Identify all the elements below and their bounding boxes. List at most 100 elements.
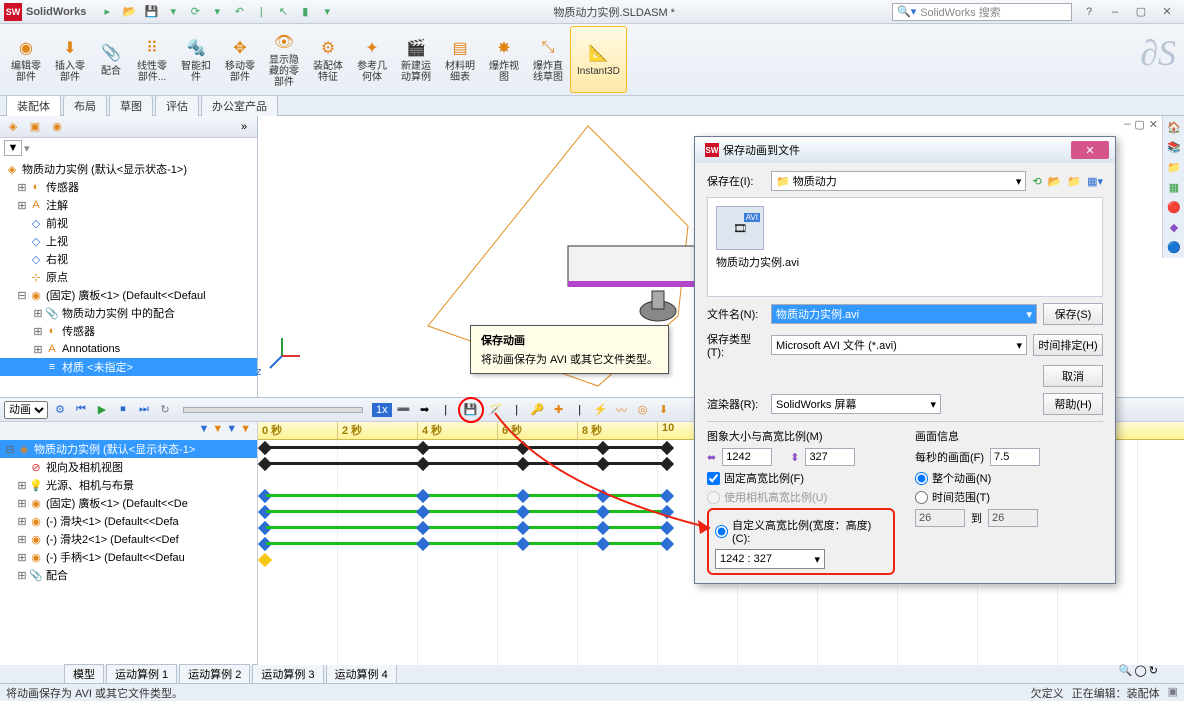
rb-showhide[interactable]: 👁显示隐 藏的零 部件: [262, 26, 306, 93]
up-icon[interactable]: 📂: [1048, 175, 1062, 188]
tab-model[interactable]: 模型: [64, 664, 104, 684]
rb-move[interactable]: ✥移动零 部件: [218, 26, 262, 93]
gravity-icon[interactable]: ⬇: [655, 401, 673, 419]
play-icon[interactable]: ▶: [93, 401, 111, 419]
design-library-icon[interactable]: 📚: [1165, 138, 1183, 156]
fps-input[interactable]: [990, 448, 1040, 466]
filename-input[interactable]: 物质动力实例.avi▾: [771, 304, 1037, 324]
save-button[interactable]: 保存(S): [1043, 303, 1103, 325]
custom-radio[interactable]: 自定义高宽比例(宽度：高度)(C):: [715, 517, 887, 545]
status-icon[interactable]: ▣: [1168, 685, 1178, 701]
help-icon[interactable]: ?: [1078, 4, 1100, 20]
tree-item[interactable]: ◇前视: [0, 214, 257, 232]
tab-study3[interactable]: 运动算例 3: [252, 664, 323, 684]
contact-icon[interactable]: ◎: [634, 401, 652, 419]
tree-item[interactable]: ◇右视: [0, 250, 257, 268]
motion-item[interactable]: ⊞📎配合: [0, 566, 257, 584]
new-icon[interactable]: ▸: [98, 3, 116, 21]
tab-study2[interactable]: 运动算例 2: [179, 664, 250, 684]
close-icon[interactable]: ✕: [1156, 4, 1178, 20]
drop-icon[interactable]: ▾: [318, 3, 336, 21]
cancel-button[interactable]: 取消: [1043, 365, 1103, 387]
print-icon[interactable]: ▾: [164, 3, 182, 21]
anim-wizard-icon[interactable]: 🪄: [487, 401, 505, 419]
motion-item[interactable]: ⊟◈物质动力实例 (默认<显示状态-1>: [0, 440, 257, 458]
time-slider[interactable]: [183, 407, 363, 413]
motion-item[interactable]: ⊘视向及相机视图: [0, 458, 257, 476]
filetype-select[interactable]: Microsoft AVI 文件 (*.avi)▾: [771, 335, 1027, 355]
tab-sketch[interactable]: 草图: [109, 95, 153, 116]
motion-item[interactable]: ⊞💡光源、相机与布景: [0, 476, 257, 494]
rb-bom[interactable]: ▤材料明 细表: [438, 26, 482, 93]
help-button[interactable]: 帮助(H): [1043, 393, 1103, 415]
tree-item[interactable]: ⊞◐传感器: [0, 178, 257, 196]
filter2-icon[interactable]: ▼: [212, 423, 223, 439]
fixratio-checkbox[interactable]: 固定高宽比例(F): [707, 470, 895, 486]
save-animation-button[interactable]: 💾: [458, 397, 484, 423]
select-icon[interactable]: ↖: [274, 3, 292, 21]
compass-icon[interactable]: ◯: [1134, 664, 1146, 677]
tree-tab1-icon[interactable]: ◈: [4, 118, 22, 136]
faster-icon[interactable]: ➡: [416, 401, 434, 419]
whole-radio[interactable]: 整个动画(N): [915, 470, 1103, 486]
traffic-icon[interactable]: ▮: [296, 3, 314, 21]
filter-icon[interactable]: ▼: [4, 140, 22, 156]
filter3-icon[interactable]: ▼: [226, 423, 237, 439]
schedule-button[interactable]: 时间排定(H): [1033, 334, 1103, 356]
rb-asm-feature[interactable]: ⚙装配体 特征: [306, 26, 350, 93]
doc-min-icon[interactable]: ‒: [1124, 118, 1130, 131]
rebuild-icon[interactable]: ⟳: [186, 3, 204, 21]
tab-evaluate[interactable]: 评估: [155, 95, 199, 116]
doc-close-icon[interactable]: ✕: [1149, 118, 1158, 131]
undo-icon[interactable]: ↶: [230, 3, 248, 21]
rotate-icon[interactable]: ↻: [1149, 664, 1158, 677]
rb-edit-part[interactable]: ◉编辑零 部件: [4, 26, 48, 93]
filter-drop-icon[interactable]: ▾: [24, 142, 30, 155]
rb-newmotion[interactable]: 🎬新建运 动算例: [394, 26, 438, 93]
motion-item[interactable]: ⊞◉(固定) 廣板<1> (Default<<De: [0, 494, 257, 512]
renderer-select[interactable]: SolidWorks 屏幕▾: [771, 394, 941, 414]
resources-icon[interactable]: 🏠: [1165, 118, 1183, 136]
rb-instant3d[interactable]: 📐Instant3D: [570, 26, 627, 93]
dialog-close-button[interactable]: ✕: [1071, 141, 1109, 159]
tab-office[interactable]: 办公室产品: [201, 95, 278, 116]
search-box[interactable]: 🔍▾ SolidWorks 搜索: [892, 3, 1072, 21]
rb-explode[interactable]: ✸爆炸视 图: [482, 26, 526, 93]
save-icon[interactable]: 💾: [142, 3, 160, 21]
tree-item[interactable]: ⊞◐传感器: [0, 322, 257, 340]
options-icon[interactable]: ▾: [208, 3, 226, 21]
speed-badge[interactable]: 1x: [372, 403, 392, 417]
tree-tab3-icon[interactable]: ◉: [48, 118, 66, 136]
tree-item[interactable]: ⊞A注解: [0, 196, 257, 214]
spring-icon[interactable]: 〰: [613, 401, 631, 419]
motion-type-select[interactable]: 动画: [4, 401, 48, 419]
filter1-icon[interactable]: ▼: [198, 423, 209, 439]
view-palette-icon[interactable]: ▦: [1165, 178, 1183, 196]
tree-tab2-icon[interactable]: ▣: [26, 118, 44, 136]
tab-assembly[interactable]: 装配体: [6, 95, 61, 116]
savein-select[interactable]: 📁 物质动力▾: [771, 171, 1026, 191]
tree-root[interactable]: ◈物质动力实例 (默认<显示状态-1>): [0, 160, 257, 178]
stop-icon[interactable]: ⏹: [114, 401, 132, 419]
filter4-icon[interactable]: ▼: [240, 423, 251, 439]
tree-collapse-icon[interactable]: »: [235, 118, 253, 136]
rb-explodeline[interactable]: ⤡爆炸直 线草图: [526, 26, 570, 93]
rb-refgeo[interactable]: ✦参考几 何体: [350, 26, 394, 93]
usecamera-radio[interactable]: 使用相机高宽比例(U): [707, 489, 895, 505]
tree-item[interactable]: ◇上视: [0, 232, 257, 250]
custom-props-icon[interactable]: ◆: [1165, 218, 1183, 236]
tree-item[interactable]: ⊟◉(固定) 廣板<1> (Default<<Defaul: [0, 286, 257, 304]
calc-icon[interactable]: ⚙: [51, 401, 69, 419]
tree-item[interactable]: ⊞📎物质动力实例 中的配合: [0, 304, 257, 322]
motor-icon[interactable]: ⚡: [592, 401, 610, 419]
zoom-icon[interactable]: 🔵: [1165, 238, 1183, 256]
width-input[interactable]: [722, 448, 772, 466]
minimize-icon[interactable]: ‒: [1104, 4, 1126, 20]
rb-smart[interactable]: 🔩智能扣 件: [174, 26, 218, 93]
motion-item[interactable]: ⊞◉(-) 滑块2<1> (Default<<Def: [0, 530, 257, 548]
skip-end-icon[interactable]: ⏭: [135, 401, 153, 419]
newfolder-icon[interactable]: 📁: [1067, 175, 1081, 188]
doc-max-icon[interactable]: ▢: [1134, 118, 1144, 131]
tree-item[interactable]: ≡材质 <未指定>: [0, 358, 257, 376]
height-input[interactable]: [805, 448, 855, 466]
